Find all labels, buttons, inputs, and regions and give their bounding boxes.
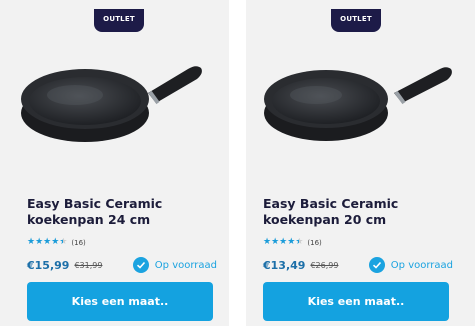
- stock-status: Op voorraad: [368, 257, 453, 273]
- review-count[interactable]: (16): [71, 239, 85, 247]
- star-icon: ★: [43, 237, 52, 247]
- frying-pan-image[interactable]: [256, 55, 456, 150]
- product-title[interactable]: Easy Basic Ceramic koekenpan 24 cm: [27, 196, 227, 228]
- old-price: €26,99: [310, 260, 339, 270]
- choose-size-button[interactable]: Kies een maat..: [263, 282, 449, 321]
- review-count[interactable]: (16): [307, 239, 321, 247]
- price: €15,99: [27, 258, 70, 272]
- price-row: €15,99 €31,99 Op voorraad: [27, 257, 217, 273]
- stock-label: Op voorraad: [390, 259, 453, 271]
- price-row: €13,49 €26,99 Op voorraad: [263, 257, 453, 273]
- star-icon: ★: [287, 237, 296, 247]
- star-icon: ★: [35, 237, 44, 247]
- old-price: €31,99: [74, 260, 103, 270]
- star-icon: ★: [295, 237, 304, 247]
- star-icon: ★: [51, 237, 60, 247]
- product-card[interactable]: OUTLET Easy Basic Ceramic koekenpan 24 c…: [0, 0, 229, 326]
- check-circle-icon: [132, 257, 149, 273]
- product-title[interactable]: Easy Basic Ceramic koekenpan 20 cm: [263, 196, 463, 228]
- product-card[interactable]: OUTLET Easy Basic Ceramic koekenpan 20 c…: [246, 0, 475, 326]
- stock-status: Op voorraad: [132, 257, 217, 273]
- stock-label: Op voorraad: [154, 259, 217, 271]
- frying-pan-image[interactable]: [20, 55, 210, 150]
- choose-size-button[interactable]: Kies een maat..: [27, 282, 213, 321]
- star-icon: ★: [263, 237, 272, 247]
- check-circle-icon: [368, 257, 385, 273]
- rating: ★ ★ ★ ★ ★ (16): [27, 238, 86, 247]
- star-icon: ★: [279, 237, 288, 247]
- rating: ★ ★ ★ ★ ★ (16): [263, 238, 322, 247]
- outlet-badge: OUTLET: [331, 9, 381, 32]
- star-icon: ★: [27, 237, 36, 247]
- star-rating: ★ ★ ★ ★ ★: [27, 238, 67, 247]
- star-rating: ★ ★ ★ ★ ★: [263, 238, 303, 247]
- outlet-badge: OUTLET: [94, 9, 144, 32]
- star-icon: ★: [59, 237, 68, 247]
- price: €13,49: [263, 258, 306, 272]
- star-icon: ★: [271, 237, 280, 247]
